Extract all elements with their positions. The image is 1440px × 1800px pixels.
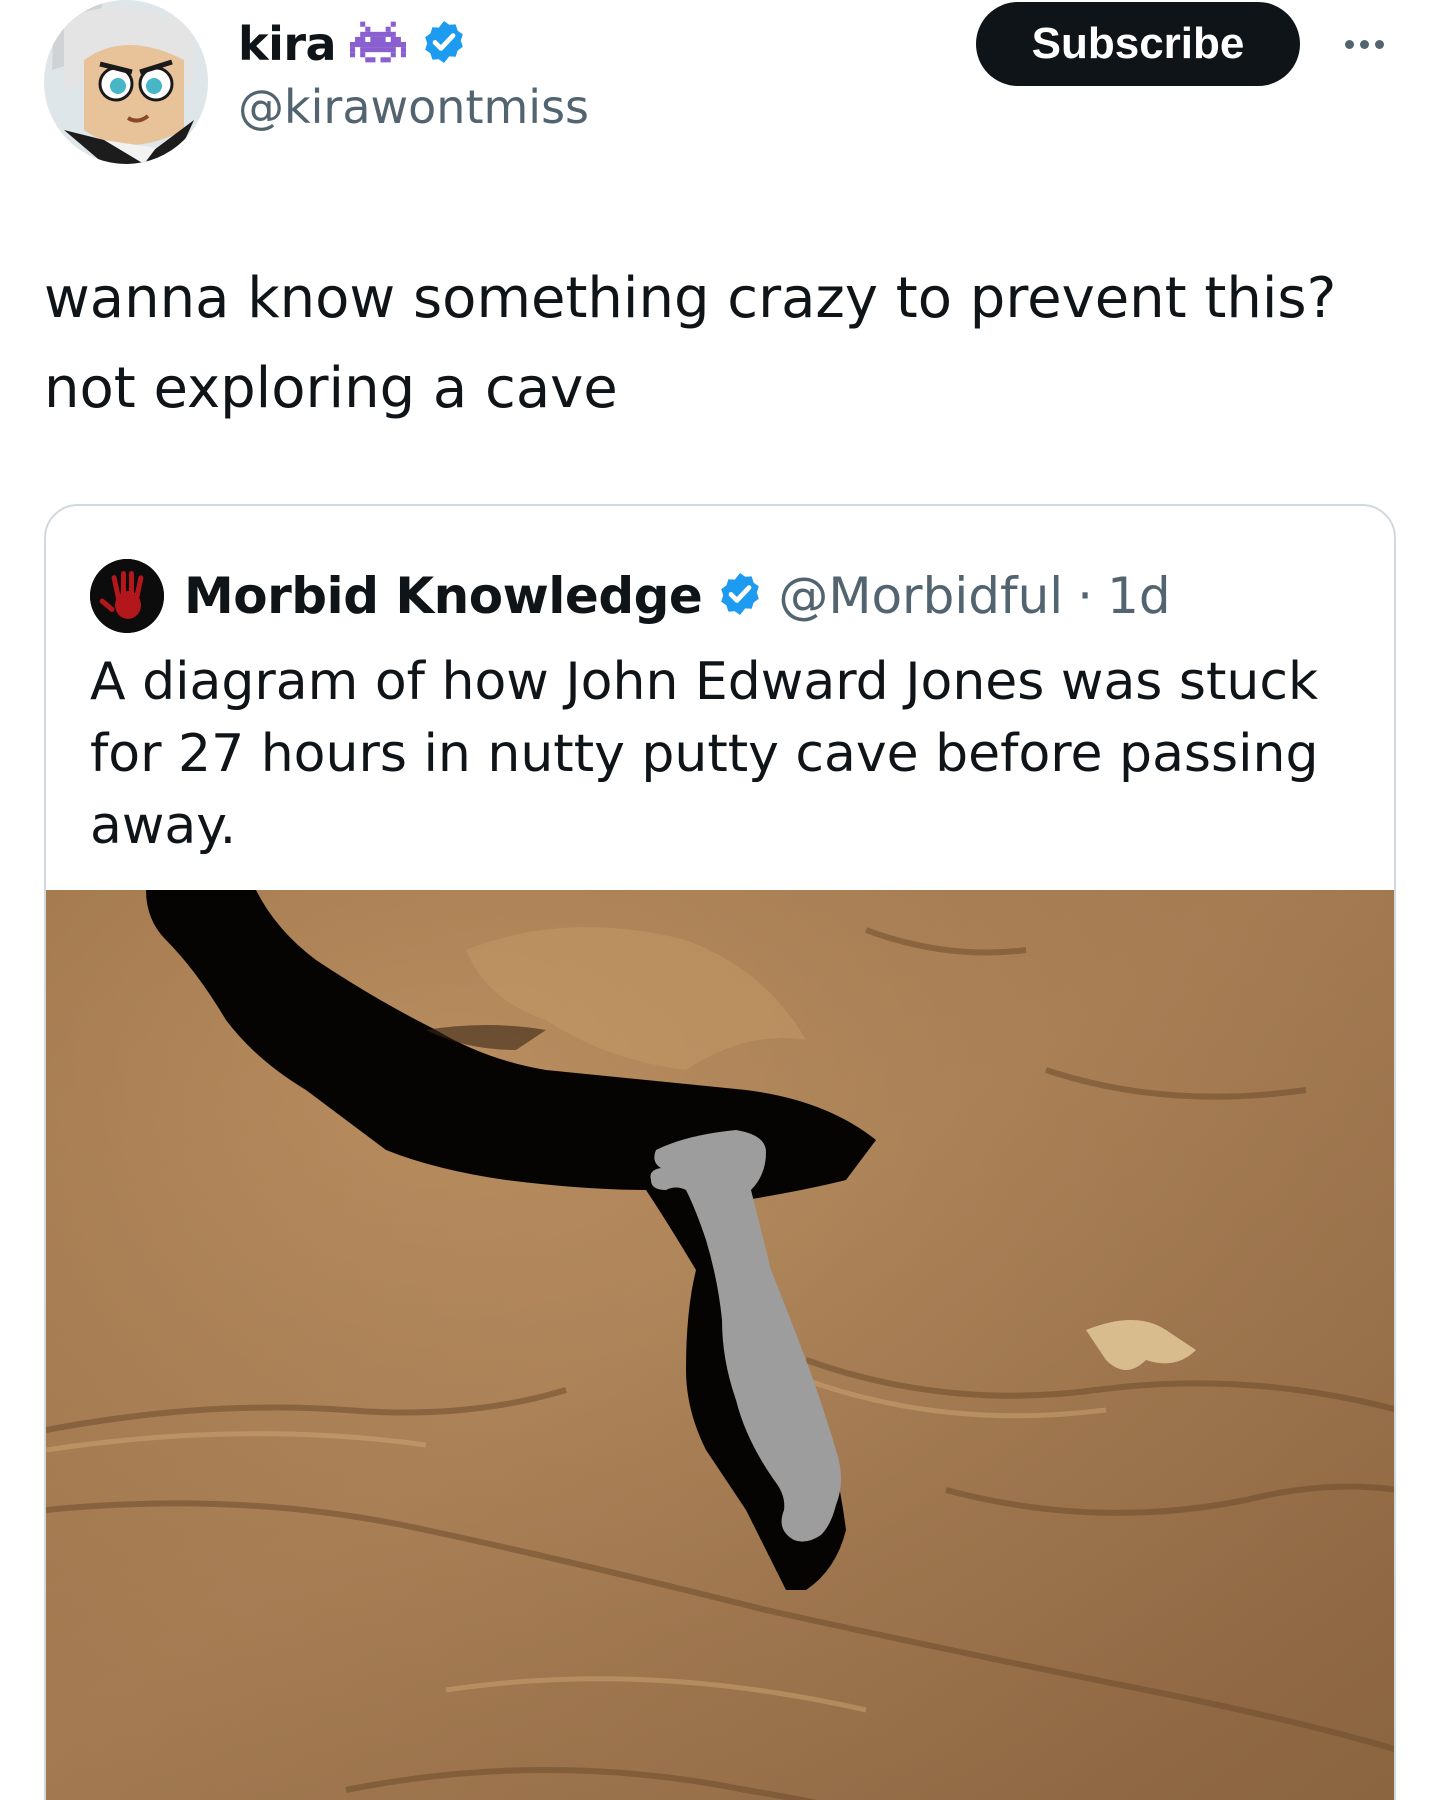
dot	[1359, 39, 1369, 49]
space-invader-icon	[350, 20, 407, 68]
quoted-tweet-card[interactable]: Morbid Knowledge @Morbidful · 1d A diagr…	[44, 504, 1396, 1800]
author-name-row: kira	[238, 14, 468, 74]
meta-separator: ·	[1077, 567, 1094, 625]
verified-badge-icon	[420, 18, 468, 70]
dot	[1344, 39, 1354, 49]
verified-badge-icon	[716, 570, 764, 622]
tweet-line: wanna know something crazy to prevent th…	[44, 266, 1337, 331]
quoted-text-line: A diagram of how John Edward Jones was s…	[90, 652, 1319, 712]
tweet-line: not exploring a cave	[44, 356, 618, 421]
tweet-text: wanna know something crazy to prevent th…	[44, 254, 1404, 434]
quoted-timestamp[interactable]: 1d	[1107, 567, 1171, 625]
quoted-tweet-text: A diagram of how John Edward Jones was s…	[90, 646, 1360, 862]
quoted-text-line: for 27 hours in nutty putty cave before …	[90, 724, 1319, 784]
subscribe-button[interactable]: Subscribe	[976, 2, 1300, 86]
author-handle[interactable]: @kirawontmiss	[238, 80, 589, 134]
more-horizontal-icon[interactable]	[1334, 26, 1394, 62]
red-handprint-icon	[90, 559, 164, 633]
quoted-text-line: away.	[90, 796, 237, 856]
dot	[1374, 39, 1384, 49]
cave-diagram-image[interactable]	[46, 890, 1394, 1800]
cartoon-avatar-image	[44, 0, 208, 164]
avatar[interactable]	[44, 0, 208, 164]
quoted-tweet-header: Morbid Knowledge @Morbidful · 1d	[90, 556, 1171, 636]
quoted-author-handle[interactable]: @Morbidful	[778, 567, 1063, 625]
quoted-avatar[interactable]	[90, 559, 164, 633]
author-name[interactable]: kira	[238, 17, 337, 71]
quoted-author-name[interactable]: Morbid Knowledge	[184, 567, 703, 625]
